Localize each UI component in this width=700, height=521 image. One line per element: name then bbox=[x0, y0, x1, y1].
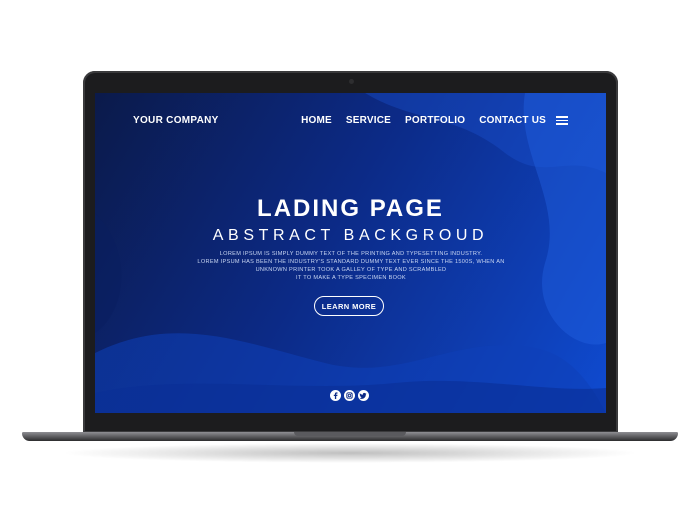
hero-subtitle: ABSTRACT BACKGROUD bbox=[212, 227, 489, 244]
nav-home[interactable]: HOME bbox=[301, 115, 332, 126]
nav-service[interactable]: SERVICE bbox=[346, 115, 391, 126]
webcam bbox=[348, 79, 354, 84]
description-line: LOREM IPSUM HAS BEEN THE INDUSTRY'S STAN… bbox=[197, 259, 505, 265]
description-line: IT TO MAKE A TYPE SPECIMEN BOOK bbox=[296, 275, 406, 281]
laptop-opening-notch bbox=[294, 432, 406, 436]
laptop-shadow bbox=[60, 443, 640, 463]
hamburger-menu-icon[interactable] bbox=[556, 116, 568, 125]
nav-contact-us[interactable]: CONTACT US bbox=[479, 115, 546, 126]
landing-page-screen: YOUR COMPANY HOME SERVICE PORTFOLIO CONT… bbox=[95, 93, 606, 413]
facebook-icon[interactable] bbox=[330, 390, 341, 401]
hero-description: LOREM IPSUM IS SIMPLY DUMMY TEXT OF THE … bbox=[191, 250, 511, 282]
nav-portfolio[interactable]: PORTFOLIO bbox=[405, 115, 465, 126]
instagram-icon[interactable] bbox=[344, 390, 355, 401]
description-line: LOREM IPSUM IS SIMPLY DUMMY TEXT OF THE … bbox=[219, 251, 483, 257]
brand-logo-text[interactable]: YOUR COMPANY bbox=[133, 115, 219, 126]
social-links bbox=[330, 390, 369, 401]
twitter-icon[interactable] bbox=[358, 390, 369, 401]
top-navigation: HOME SERVICE PORTFOLIO CONTACT US bbox=[301, 115, 546, 126]
hero-title: LADING PAGE bbox=[257, 195, 444, 222]
description-line: UNKNOWN PRINTER TOOK A GALLEY OF TYPE AN… bbox=[255, 267, 447, 273]
laptop-lid: YOUR COMPANY HOME SERVICE PORTFOLIO CONT… bbox=[83, 71, 618, 433]
learn-more-button[interactable]: LEARN MORE bbox=[314, 296, 384, 316]
